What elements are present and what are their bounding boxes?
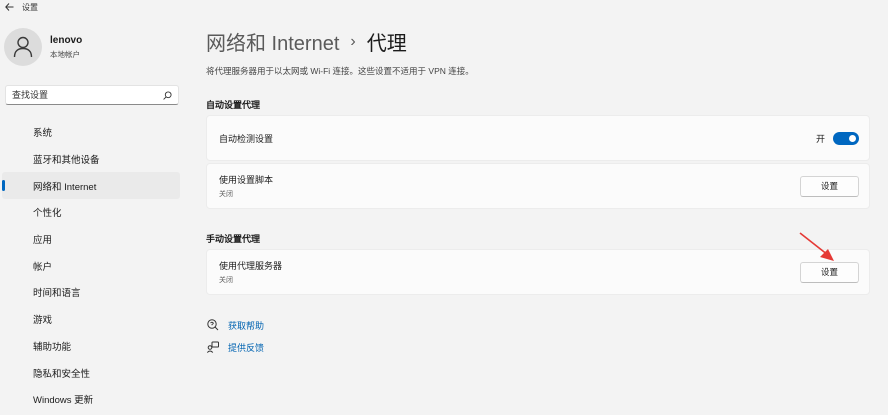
user-profile[interactable]: lenovo 本地帐户: [4, 28, 82, 66]
setup-script-label: 使用设置脚本: [219, 175, 274, 185]
get-help-text[interactable]: 获取帮助: [228, 319, 264, 332]
setup-script-status: 关闭: [219, 191, 233, 198]
annotation-arrow-icon: [799, 232, 834, 261]
user-icon: [13, 36, 33, 58]
setup-script-button[interactable]: 设置: [800, 175, 859, 197]
proxy-server-card: 使用代理服务器 关闭 设置: [206, 249, 870, 295]
give-feedback-text[interactable]: 提供反馈: [228, 341, 264, 354]
sidebar-item-accounts[interactable]: 帐户: [2, 252, 180, 279]
account-type: 本地帐户: [50, 49, 80, 59]
auto-detect-label: 自动检测设置: [219, 133, 274, 144]
sidebar-item-system[interactable]: 系统: [2, 119, 180, 146]
username: lenovo: [50, 34, 83, 46]
title-bar: 设置: [0, 0, 888, 14]
sidebar-item-label: 个性化: [33, 208, 62, 220]
app-title: 设置: [22, 2, 38, 12]
sidebar-nav: 系统 蓝牙和其他设备 网络和 Internet 个性化 应用 帐户 时间和语言 …: [0, 119, 182, 413]
toggle-state-label: 开: [815, 133, 825, 144]
help-chat-icon: [206, 318, 220, 332]
manual-proxy-section-title: 手动设置代理: [206, 234, 261, 244]
proxy-server-status: 关闭: [219, 277, 233, 284]
feedback-icon: [206, 340, 220, 354]
breadcrumb-parent[interactable]: 网络和 Internet: [206, 27, 339, 56]
search-input[interactable]: [12, 90, 162, 100]
auto-detect-settings-card[interactable]: 自动检测设置 开: [206, 115, 870, 161]
sidebar-item-label: 帐户: [33, 261, 53, 273]
sidebar-item-label: 网络和 Internet: [33, 181, 97, 193]
sidebar-item-windows-update[interactable]: Windows 更新: [2, 386, 180, 413]
auto-detect-toggle[interactable]: [833, 131, 859, 145]
sidebar-item-gaming[interactable]: 游戏: [2, 306, 180, 333]
page-description: 将代理服务器用于以太网或 Wi-Fi 连接。这些设置不适用于 VPN 连接。: [206, 66, 474, 76]
sidebar-item-label: 隐私和安全性: [33, 368, 91, 380]
sidebar-item-label: 游戏: [33, 315, 53, 327]
sidebar-item-label: Windows 更新: [33, 395, 94, 407]
back-arrow-icon: [4, 3, 13, 11]
sidebar-item-label: 蓝牙和其他设备: [33, 155, 100, 167]
page-title: 代理: [366, 33, 407, 55]
sidebar-item-bluetooth-devices[interactable]: 蓝牙和其他设备: [2, 146, 180, 173]
sidebar-item-network-internet[interactable]: 网络和 Internet: [2, 172, 180, 200]
sidebar-item-label: 系统: [33, 128, 53, 140]
breadcrumb: 网络和 Internet › 代理: [206, 27, 407, 56]
search-icon[interactable]: [162, 90, 172, 100]
sidebar-item-apps[interactable]: 应用: [2, 226, 180, 253]
auto-proxy-section-title: 自动设置代理: [206, 100, 261, 110]
sidebar-item-label: 辅助功能: [33, 341, 72, 353]
give-feedback-link[interactable]: 提供反馈: [206, 340, 264, 354]
setup-script-card: 使用设置脚本 关闭 设置: [206, 163, 870, 209]
sidebar-item-privacy-security[interactable]: 隐私和安全性: [2, 359, 180, 386]
sidebar-item-label: 应用: [33, 235, 53, 247]
sidebar-item-label: 时间和语言: [33, 288, 81, 300]
sidebar-item-time-language[interactable]: 时间和语言: [2, 279, 180, 306]
back-button[interactable]: [0, 0, 18, 14]
sidebar-item-personalization[interactable]: 个性化: [2, 199, 180, 226]
breadcrumb-separator: ›: [350, 32, 356, 50]
avatar: [4, 28, 42, 66]
search-box[interactable]: [5, 85, 179, 105]
toggle-knob: [849, 134, 856, 142]
get-help-link[interactable]: 获取帮助: [206, 318, 264, 332]
sidebar-item-accessibility[interactable]: 辅助功能: [2, 333, 180, 360]
proxy-server-label: 使用代理服务器: [219, 261, 283, 271]
